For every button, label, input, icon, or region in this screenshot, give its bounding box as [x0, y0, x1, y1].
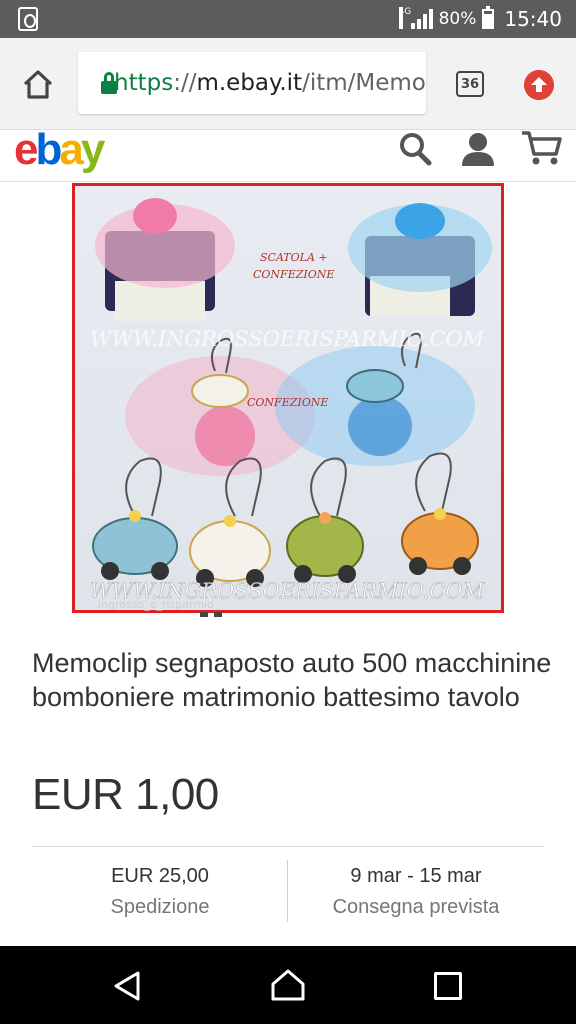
product-title: Memoclip segnaposto auto 500 macchinine …	[32, 648, 552, 712]
system-nav-bar	[0, 946, 576, 1024]
browser-toolbar: https://m.ebay.it/itm/Memoclip 36	[0, 38, 576, 130]
car-white	[189, 520, 271, 587]
divider	[32, 846, 544, 847]
clock: 15:40	[504, 7, 562, 31]
network-type: 4G	[398, 7, 411, 29]
address-bar[interactable]: https://m.ebay.it/itm/Memoclip	[78, 52, 426, 114]
label-confezione-top: CONFEZIONE	[253, 268, 334, 281]
product-image[interactable]: SCATOLA + CONFEZIONE CONFEZIONE WWW.INGR…	[72, 183, 504, 613]
home-nav-icon[interactable]	[270, 968, 306, 1002]
label-scatola: SCATOLA +	[260, 251, 328, 264]
recent-apps-icon[interactable]	[434, 972, 462, 1000]
battery-percent: 80%	[438, 9, 477, 29]
car-white-small	[191, 374, 249, 408]
product-photo: SCATOLA + CONFEZIONE CONFEZIONE WWW.INGR…	[90, 198, 492, 603]
screen-rotation-icon	[18, 7, 38, 31]
ebay-header: ebay	[0, 128, 576, 182]
home-icon[interactable]	[20, 66, 56, 102]
url-text: https://m.ebay.it/itm/Memoclip	[114, 70, 426, 96]
image-pager: ingrosso_e_risparmio	[0, 598, 576, 620]
car-orange	[401, 512, 479, 575]
watermark-top: WWW.INGROSSOERISPARMIO.COM	[90, 327, 485, 351]
user-icon[interactable]	[460, 132, 496, 166]
ebay-logo[interactable]: ebay	[14, 128, 105, 172]
cart-icon[interactable]	[520, 130, 562, 166]
image-credit: ingrosso_e_risparmio	[98, 598, 214, 611]
status-bar: 4G 80% 15:40	[0, 0, 576, 38]
product-price: EUR 1,00	[32, 770, 219, 819]
update-icon[interactable]	[524, 70, 554, 100]
label-confezione-mid: CONFEZIONE	[247, 396, 328, 409]
signal-icon: 4G	[398, 7, 433, 29]
delivery-value: 9 mar - 15 mar	[350, 865, 482, 887]
status-indicators: 4G 80% 15:40	[398, 0, 562, 38]
gift-box-blue	[348, 203, 492, 316]
shipping-label: Spedizione	[110, 896, 210, 918]
delivery-label: Consegna prevista	[332, 896, 500, 918]
battery-icon	[482, 6, 495, 29]
search-icon[interactable]	[398, 132, 432, 166]
shipping-info: EUR 25,00 Spedizione	[32, 862, 288, 924]
delivery-info: 9 mar - 15 mar Consegna prevista	[288, 862, 544, 924]
gift-box-pink	[95, 198, 235, 321]
shipping-value: EUR 25,00	[111, 865, 209, 887]
back-icon[interactable]	[112, 970, 142, 1002]
car-light-blue	[92, 517, 178, 580]
car-blue-small	[346, 369, 404, 403]
tab-switcher-button[interactable]: 36	[456, 71, 484, 97]
car-green	[286, 515, 364, 583]
